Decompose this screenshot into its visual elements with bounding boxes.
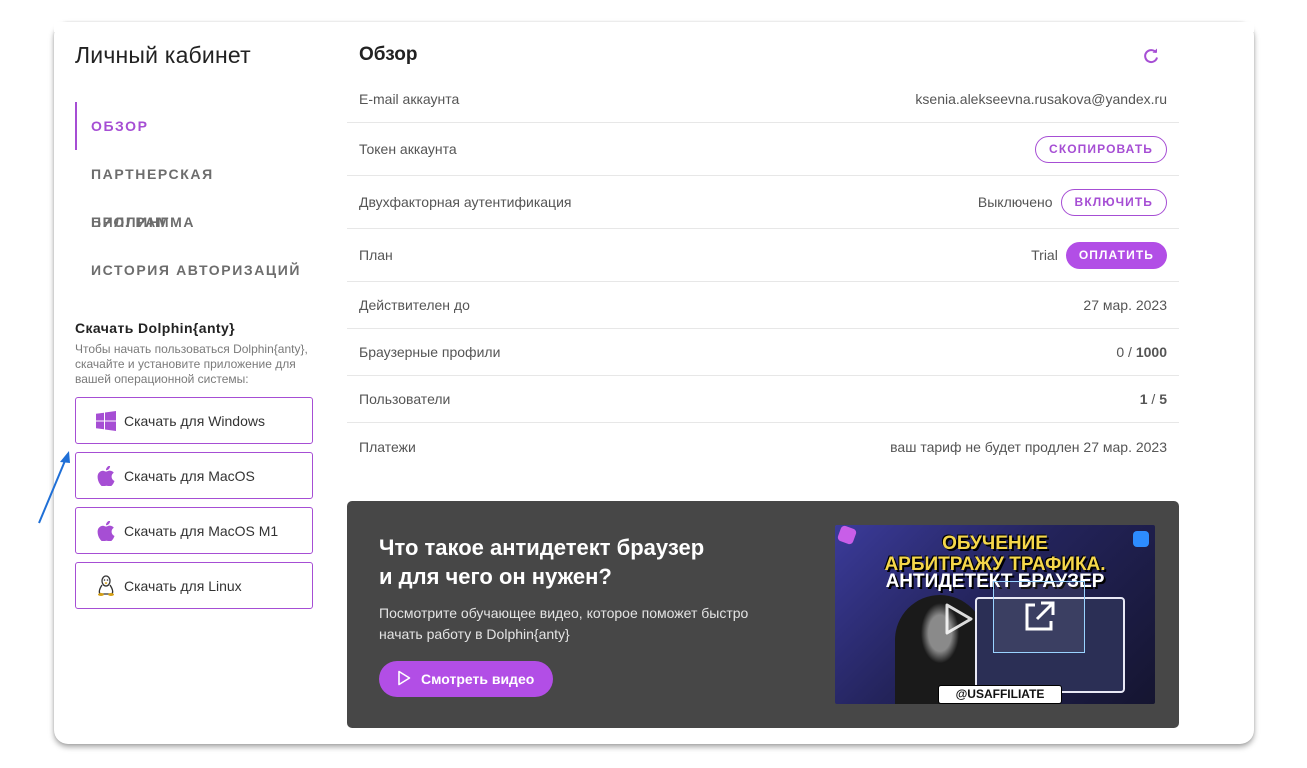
thumbnail-title-line1: ОБУЧЕНИЕ bbox=[942, 533, 1048, 554]
download-macos-label: Скачать для MacOS bbox=[124, 467, 255, 484]
plan-label: План bbox=[359, 247, 393, 263]
external-link-icon bbox=[993, 581, 1085, 653]
video-heading-line2: и для чего он нужен? bbox=[379, 564, 612, 589]
nav-item-login-history[interactable]: ИСТОРИЯ АВТОРИЗАЦИЙ bbox=[75, 246, 315, 294]
row-users: Пользователи 1 / 5 bbox=[347, 376, 1179, 423]
users-used: 1 bbox=[1139, 391, 1148, 407]
users-total: 5 bbox=[1159, 391, 1167, 407]
plan-value: Trial bbox=[1031, 247, 1058, 263]
profiles-value: 0 / 1000 bbox=[1116, 344, 1167, 360]
download-windows-button[interactable]: Скачать для Windows bbox=[75, 397, 313, 444]
download-linux-label: Скачать для Linux bbox=[124, 577, 242, 594]
download-windows-label: Скачать для Windows bbox=[124, 412, 265, 429]
email-label: E-mail аккаунта bbox=[359, 91, 460, 107]
apple-icon bbox=[95, 465, 117, 487]
video-thumbnail[interactable]: ОБУЧЕНИЕ АРБИТРАЖУ ТРАФИКА. АНТИДЕТЕКТ Б… bbox=[835, 525, 1155, 704]
twofa-label: Двухфакторная аутентификация bbox=[359, 194, 572, 210]
row-email: E-mail аккаунта ksenia.alekseevna.rusako… bbox=[347, 76, 1179, 123]
payments-label: Платежи bbox=[359, 438, 416, 455]
twofa-status: Выключено bbox=[977, 194, 1053, 210]
download-description: Чтобы начать пользоваться Dolphin{anty},… bbox=[75, 342, 308, 386]
linux-icon bbox=[95, 574, 117, 597]
profiles-label: Браузерные профили bbox=[359, 344, 501, 360]
token-label: Токен аккаунта bbox=[359, 141, 457, 157]
refresh-icon[interactable] bbox=[1143, 48, 1161, 66]
nav-item-overview[interactable]: ОБЗОР bbox=[75, 102, 315, 150]
users-sep: / bbox=[1147, 391, 1160, 407]
profiles-sep: / bbox=[1124, 344, 1136, 360]
nav-item-partner-program[interactable]: ПАРТНЕРСКАЯ ПРОГРАММА bbox=[75, 150, 315, 230]
video-banner: Что такое антидетект браузер и для чего … bbox=[347, 501, 1179, 728]
watch-video-label: Смотреть видео bbox=[421, 671, 535, 687]
download-buttons: Скачать для Windows Скачать для MacOS Ск… bbox=[75, 397, 313, 609]
thumbnail-title: ОБУЧЕНИЕ АРБИТРАЖУ ТРАФИКА. bbox=[835, 533, 1155, 575]
thumbnail-badge: @USAFFILIATE bbox=[938, 685, 1062, 704]
download-macos-m1-button[interactable]: Скачать для MacOS M1 bbox=[75, 507, 313, 554]
profiles-used: 0 bbox=[1116, 344, 1125, 360]
overview-rows: E-mail аккаунта ksenia.alekseevna.rusako… bbox=[347, 76, 1179, 470]
download-macos-button[interactable]: Скачать для MacOS bbox=[75, 452, 313, 499]
copy-token-button[interactable]: СКОПИРОВАТЬ bbox=[1035, 135, 1167, 163]
profiles-total: 1000 bbox=[1135, 344, 1167, 360]
users-value: 1 / 5 bbox=[1140, 391, 1167, 407]
row-payments: Платежи ваш тариф не будет продлен 27 ма… bbox=[347, 423, 1179, 470]
video-heading-line1: Что такое антидетект браузер bbox=[379, 535, 705, 560]
annotation-arrow-icon bbox=[38, 451, 70, 524]
row-valid-until: Действителен до 27 мар. 2023 bbox=[347, 282, 1179, 329]
play-icon bbox=[397, 670, 411, 689]
play-icon bbox=[937, 599, 977, 639]
download-section: Скачать Dolphin{anty} Чтобы начать польз… bbox=[75, 320, 313, 609]
row-plan: План Trial ОПЛАТИТЬ bbox=[347, 229, 1179, 282]
overview-title: Обзор bbox=[359, 44, 418, 65]
watch-video-button[interactable]: Смотреть видео bbox=[379, 661, 554, 697]
video-description: Посмотрите обучающее видео, которое помо… bbox=[379, 605, 749, 642]
pay-button[interactable]: ОПЛАТИТЬ bbox=[1065, 241, 1167, 269]
email-value: ksenia.alekseevna.rusakova@yandex.ru bbox=[915, 91, 1167, 107]
windows-icon bbox=[95, 410, 117, 432]
download-title: Скачать Dolphin{anty} bbox=[75, 320, 236, 336]
row-token: Токен аккаунта СКОПИРОВАТЬ bbox=[347, 123, 1179, 176]
account-card: Личный кабинет ОБЗОР ПАРТНЕРСКАЯ ПРОГРАМ… bbox=[54, 22, 1254, 744]
download-linux-button[interactable]: Скачать для Linux bbox=[75, 562, 313, 609]
download-macos-m1-label: Скачать для MacOS M1 bbox=[124, 522, 279, 539]
row-profiles: Браузерные профили 0 / 1000 bbox=[347, 329, 1179, 376]
sidebar-nav: ОБЗОР ПАРТНЕРСКАЯ ПРОГРАММА БИЛЛИНГ ИСТО… bbox=[75, 102, 315, 294]
row-twofa: Двухфакторная аутентификация Выключено В… bbox=[347, 176, 1179, 229]
users-label: Пользователи bbox=[359, 391, 451, 407]
payments-value: ваш тариф не будет продлен 27 мар. 2023 bbox=[890, 438, 1167, 455]
enable-twofa-button[interactable]: ВКЛЮЧИТЬ bbox=[1060, 188, 1167, 216]
video-heading: Что такое антидетект браузер и для чего … bbox=[379, 533, 799, 591]
page-title: Личный кабинет bbox=[75, 42, 251, 68]
valid-until-label: Действителен до bbox=[359, 297, 470, 313]
valid-until-value: 27 мар. 2023 bbox=[1083, 297, 1167, 313]
apple-icon bbox=[95, 520, 117, 542]
